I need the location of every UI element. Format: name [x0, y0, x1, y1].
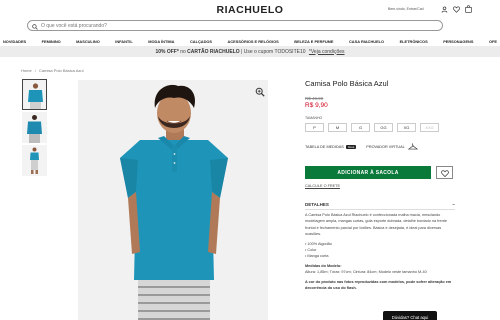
heart-icon[interactable]: [452, 5, 460, 13]
size-option-gg[interactable]: GG: [374, 123, 393, 132]
heart-icon: [440, 164, 449, 182]
account-link[interactable]: Bem-vindo, Entrar/Cad: [388, 7, 424, 11]
current-price: R$ 9,90: [305, 102, 328, 109]
favorite-button[interactable]: [436, 166, 453, 179]
size-selector: P M G GG XG XXG: [305, 123, 439, 132]
add-to-bag-button[interactable]: ADICIONAR À SACOLA: [305, 166, 431, 179]
measures-row: TABELA DE MEDIDAS Nova PROVADOR VIRTUAL: [305, 143, 418, 151]
search-icon[interactable]: [32, 17, 38, 35]
promo-text-end: | Use o cupom TODOSITE10: [239, 48, 307, 55]
size-label: TAMANHO: [305, 116, 323, 120]
thumbnail-3[interactable]: [22, 145, 47, 176]
size-option-m[interactable]: M: [328, 123, 347, 132]
thumbnail-2[interactable]: [22, 112, 47, 143]
model-measures-text: Altura: 1,85m; Tórax: 97cm; Cintura: 84c…: [305, 270, 427, 275]
search-input[interactable]: [41, 22, 401, 29]
nav-item-masculino[interactable]: MASCULINO: [76, 39, 100, 44]
size-option-p[interactable]: P: [305, 123, 324, 132]
color-note: A cor do produto nas fotos reproduzidas …: [305, 279, 452, 291]
header: RIACHUELO Bem-vindo, Entrar/Cad: [0, 0, 500, 36]
old-price: R$ 49,90: [305, 96, 324, 101]
description-intro: A Camisa Polo Básica Azul Riachuelo é co…: [305, 213, 447, 237]
nav-item-ofertas[interactable]: OFE: [489, 39, 497, 44]
feature-bullet: • Manga curta: [305, 254, 329, 259]
promo-highlight: 10% OFF*: [155, 48, 179, 55]
nav-item-beleza[interactable]: BELEZA E PERFUME: [294, 39, 333, 44]
calculate-shipping-link[interactable]: CALCULE O FRETE: [305, 184, 340, 188]
size-option-g[interactable]: G: [351, 123, 370, 132]
promo-card: CARTÃO RIACHUELO: [187, 48, 240, 55]
product-title: Camisa Polo Básica Azul: [305, 79, 389, 88]
promo-bar: 10% OFF* no CARTÃO RIACHUELO | Use o cup…: [0, 46, 500, 57]
nav-item-calcados[interactable]: CALÇADOS: [190, 39, 212, 44]
size-chart-link[interactable]: TABELA DE MEDIDAS: [305, 145, 344, 149]
user-icon[interactable]: [440, 5, 448, 13]
details-heading: DETALHES: [305, 202, 329, 207]
nav-item-eletronicos[interactable]: ELETRÔNICOS: [400, 39, 428, 44]
nav-item-personagens[interactable]: PERSONAGENS: [443, 39, 473, 44]
breadcrumb-separator: /: [34, 68, 36, 73]
breadcrumb-current: Camisa Polo Básica Azul: [39, 68, 84, 73]
virtual-fitting[interactable]: PROVADOR VIRTUAL: [366, 143, 418, 151]
size-option-xg[interactable]: XG: [397, 123, 416, 132]
breadcrumb: Home / Camisa Polo Básica Azul: [21, 68, 84, 73]
hanger-icon: [407, 143, 418, 151]
shopping-bag-icon[interactable]: [464, 5, 472, 13]
product-main-image[interactable]: [78, 80, 268, 320]
zoom-icon[interactable]: [255, 84, 265, 97]
nav-item-novidades[interactable]: NOVIDADES: [3, 39, 26, 44]
promo-text-mid: no: [178, 48, 188, 55]
chat-button[interactable]: Dúvidas? Chat aqui: [383, 311, 437, 320]
details-accordion-header[interactable]: DETALHES −: [305, 200, 455, 210]
virtual-fitting-label: PROVADOR VIRTUAL: [366, 145, 405, 149]
promo-conditions-link[interactable]: *Veja condições: [309, 49, 345, 55]
site-logo[interactable]: RIACHUELO: [0, 4, 500, 16]
nav-item-acessorios[interactable]: ACESSÓRIOS E RELÓGIOS: [228, 39, 279, 44]
thumbnail-1[interactable]: [22, 79, 47, 110]
search-box[interactable]: [27, 20, 443, 31]
collapse-icon[interactable]: −: [452, 202, 455, 207]
size-option-xxg: XXG: [420, 123, 439, 132]
main-nav: NOVIDADES FEMININO MASCULINO INFANTIL MO…: [0, 36, 500, 46]
breadcrumb-home[interactable]: Home: [21, 68, 32, 73]
product-description: A Camisa Polo Básica Azul Riachuelo é co…: [305, 212, 457, 294]
nav-item-infantil[interactable]: INFANTIL: [115, 39, 133, 44]
new-badge: Nova: [345, 145, 357, 149]
nav-item-feminino[interactable]: FEMININO: [42, 39, 61, 44]
nav-item-casa[interactable]: CASA RIACHUELO: [349, 39, 384, 44]
nav-item-moda-intima[interactable]: MODA ÍNTIMA: [148, 39, 174, 44]
